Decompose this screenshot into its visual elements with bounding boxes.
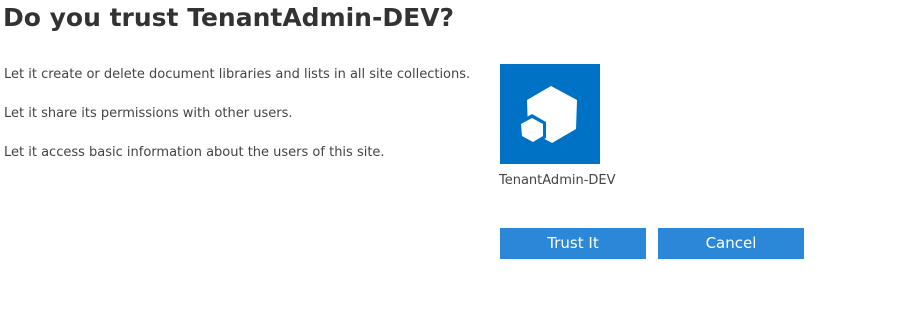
app-name-label: TenantAdmin-DEV bbox=[499, 173, 616, 188]
trust-it-button[interactable]: Trust It bbox=[500, 228, 646, 259]
dialog-title: Do you trust TenantAdmin-DEV? bbox=[3, 3, 455, 32]
app-hexagon-icon bbox=[518, 86, 577, 145]
permission-item: Let it share its permissions with other … bbox=[4, 106, 293, 121]
permission-item: Let it create or delete document librari… bbox=[4, 67, 471, 82]
cancel-button[interactable]: Cancel bbox=[658, 228, 804, 259]
permission-item: Let it access basic information about th… bbox=[4, 145, 385, 160]
app-tile bbox=[500, 64, 600, 164]
